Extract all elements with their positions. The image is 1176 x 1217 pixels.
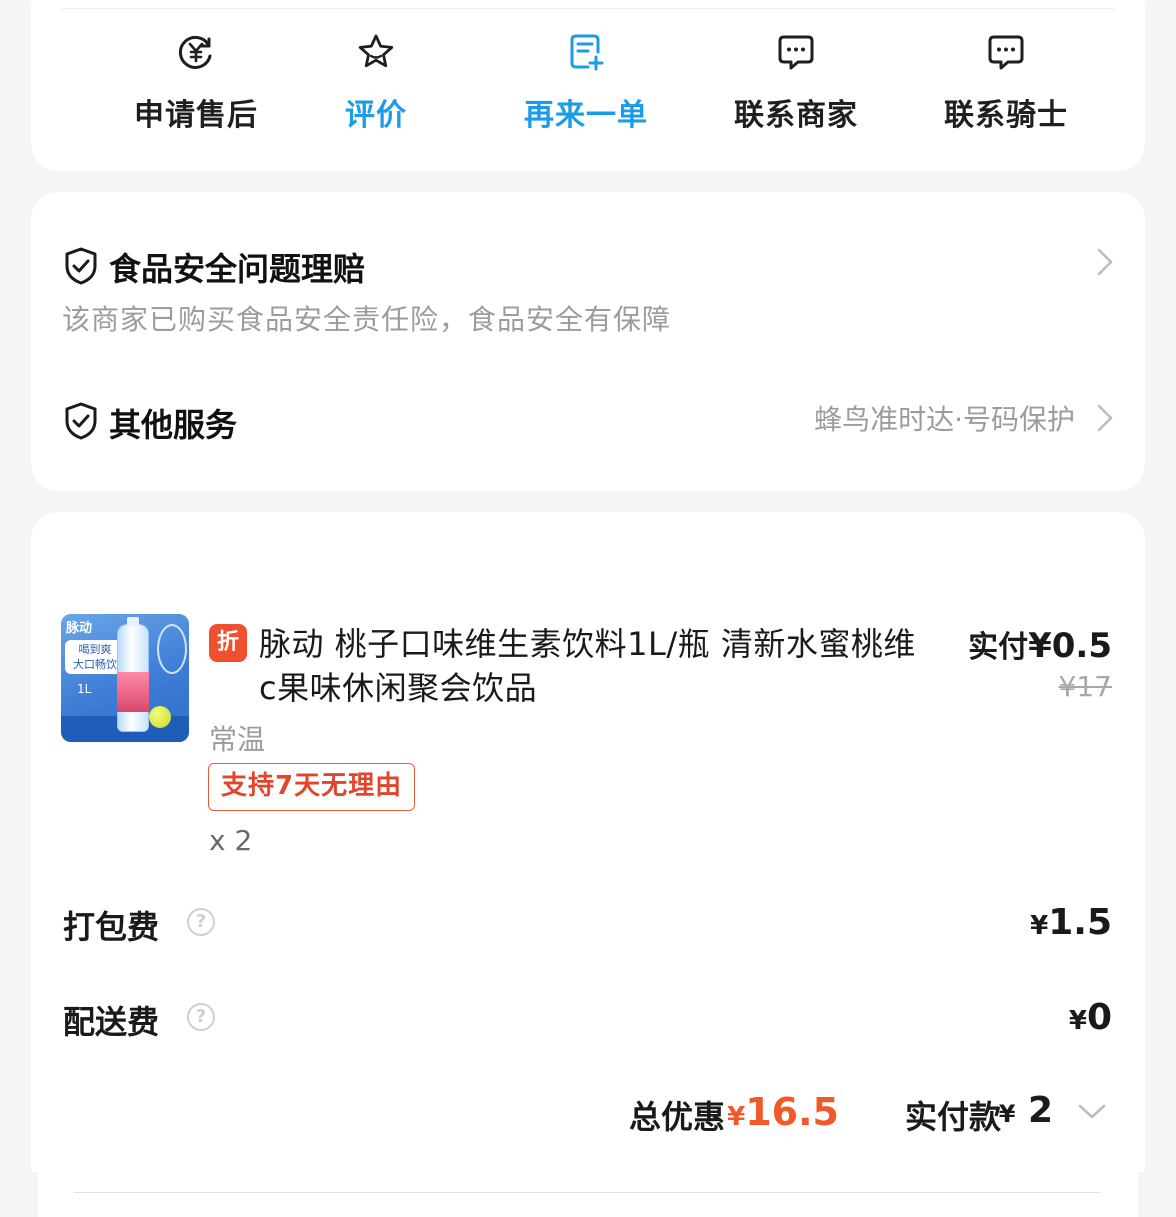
discount-amount: 16.5	[745, 1090, 839, 1134]
order-items-card: 脉动 喝到爽 大口畅饮 1L 折 脉动 桃子口味维生素饮料1L/瓶 清新水蜜桃维…	[31, 512, 1145, 1172]
product-image[interactable]: 脉动 喝到爽 大口畅饮 1L	[61, 614, 189, 742]
image-volume-text: 1L	[77, 682, 92, 696]
image-slogan-line2: 大口畅饮	[73, 658, 117, 671]
contact-merchant-button[interactable]: 联系商家	[691, 0, 901, 170]
image-slogan-line1: 喝到爽	[78, 643, 112, 656]
tennis-ball-shape	[149, 706, 171, 728]
chevron-right-icon	[1095, 402, 1115, 434]
food-safety-desc: 该商家已购买食品安全责任险，食品安全有保障	[62, 303, 672, 336]
bottle-label-shape	[117, 672, 149, 712]
amount-paid-value: ¥ 2	[999, 1090, 1053, 1131]
product-original-price: ¥17	[1058, 670, 1112, 703]
fee-label: 打包费	[63, 908, 160, 946]
yen-symbol: ¥	[1030, 911, 1049, 941]
image-slogan: 喝到爽 大口畅饮	[65, 640, 125, 674]
paid-price-value: ¥0.5	[1028, 626, 1112, 666]
yen-symbol: ¥	[1068, 1006, 1087, 1036]
order-detail-page: 申请售后 评价 再来一单 联系商家 联系骑士 食品安全问题理赔 该商家已购买食品…	[0, 0, 1176, 1217]
actions-row: 申请售后 评价 再来一单 联系商家 联系骑士	[31, 0, 1145, 170]
after-sales-button[interactable]: 申请售后	[91, 0, 301, 170]
chevron-down-icon[interactable]	[1077, 1102, 1107, 1122]
paid-amount: 2	[1027, 1090, 1053, 1131]
next-section-card	[38, 1160, 1138, 1217]
other-services-title: 其他服务	[109, 406, 238, 444]
help-icon[interactable]: ?	[187, 908, 215, 936]
services-card: 食品安全问题理赔 该商家已购买食品安全责任险，食品安全有保障 其他服务 蜂鸟准时…	[31, 192, 1145, 491]
help-icon[interactable]: ?	[187, 1003, 215, 1031]
reorder-label: 再来一单	[524, 98, 648, 133]
star-icon	[356, 32, 396, 72]
chat-icon	[776, 32, 816, 72]
reorder-icon	[566, 32, 606, 72]
total-discount-label: 总优惠	[628, 1098, 725, 1136]
after-sales-label: 申请售后	[134, 98, 258, 133]
contact-merchant-label: 联系商家	[734, 98, 858, 133]
amount-paid-label: 实付款	[904, 1098, 1001, 1136]
shield-check-icon	[63, 401, 99, 441]
product-quantity: x 2	[209, 824, 253, 857]
review-button[interactable]: 评价	[271, 0, 481, 170]
product-name[interactable]: 脉动 桃子口味维生素饮料1L/瓶 清新水蜜桃维c果味休闲聚会饮品	[259, 622, 919, 710]
contact-rider-button[interactable]: 联系骑士	[901, 0, 1111, 170]
discount-tag: 折	[209, 624, 247, 662]
total-discount-value: ¥16.5	[727, 1090, 839, 1134]
paid-label: 实付	[968, 630, 1029, 665]
fee-amount: 1.5	[1048, 902, 1112, 943]
yen-symbol: ¥	[998, 1100, 1016, 1128]
product-spec: 常温	[209, 723, 266, 756]
review-label: 评价	[345, 98, 407, 133]
fee-value: ¥0	[1069, 997, 1112, 1038]
yen-symbol: ¥	[727, 1102, 746, 1132]
yen-refund-icon	[176, 32, 216, 72]
racket-shape	[157, 624, 187, 674]
divider	[74, 1192, 1100, 1193]
shield-check-icon	[63, 246, 99, 286]
product-paid-price: 实付¥0.5	[968, 622, 1112, 666]
image-brand-text: 脉动	[66, 621, 93, 636]
chat-icon	[986, 32, 1026, 72]
contact-rider-label: 联系骑士	[944, 98, 1068, 133]
food-safety-title: 食品安全问题理赔	[109, 250, 366, 288]
chevron-right-icon	[1095, 246, 1115, 278]
return-policy-badge: 支持7天无理由	[208, 763, 416, 811]
reorder-button[interactable]: 再来一单	[481, 0, 691, 170]
fee-amount: 0	[1086, 997, 1112, 1038]
fee-value: ¥1.5	[1030, 902, 1112, 943]
other-services-value: 蜂鸟准时达·号码保护	[814, 403, 1075, 436]
fee-label: 配送费	[63, 1003, 160, 1041]
order-actions-card: 申请售后 评价 再来一单 联系商家 联系骑士	[31, 0, 1145, 171]
order-summary-row[interactable]: 总优惠 ¥16.5 实付款 ¥ 2	[31, 1090, 1111, 1140]
